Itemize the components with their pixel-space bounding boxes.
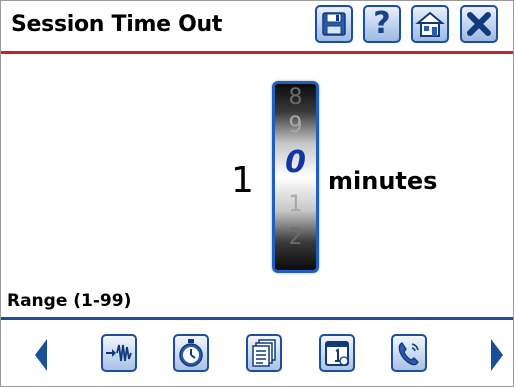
save-icon (322, 12, 346, 36)
unit-label: minutes (328, 167, 438, 195)
roller-digit-below-1: 1 (288, 192, 303, 217)
home-button[interactable] (411, 5, 449, 43)
chevron-left-icon (35, 339, 47, 371)
help-button[interactable]: ? (363, 5, 401, 43)
waveform-button[interactable] (101, 334, 137, 372)
footer-divider (1, 317, 513, 320)
phone-button[interactable] (391, 334, 427, 372)
chevron-right-icon (491, 339, 503, 371)
home-icon (415, 11, 445, 37)
phone-icon (398, 342, 419, 366)
stopwatch-icon (179, 339, 203, 367)
save-button[interactable] (315, 5, 353, 43)
waveform-icon (106, 344, 132, 362)
tens-digit: 1 (231, 160, 254, 201)
close-icon (467, 12, 491, 36)
ones-digit-roller[interactable]: 8 9 0 1 2 (272, 81, 319, 273)
next-page-button[interactable] (487, 335, 507, 375)
calendar-icon (325, 341, 349, 366)
roller-digit-above-2: 8 (288, 85, 303, 110)
header-divider (1, 51, 513, 54)
header-bar: Session Time Out ? (1, 1, 513, 54)
documents-button[interactable] (246, 334, 282, 372)
roller-digit-below-2: 2 (288, 225, 303, 250)
calendar-button[interactable] (319, 334, 355, 372)
roller-digit-above-1: 9 (288, 113, 303, 138)
prev-page-button[interactable] (31, 335, 51, 375)
page-title: Session Time Out (11, 12, 223, 37)
session-timeout-screen: Session Time Out ? 1 8 9 0 1 2 minutes R… (0, 0, 514, 387)
documents-icon (252, 339, 276, 367)
close-button[interactable] (460, 5, 498, 43)
range-label: Range (1-99) (7, 291, 132, 311)
roller-selected-digit: 0 (285, 145, 306, 180)
help-icon: ? (373, 6, 391, 41)
stopwatch-button[interactable] (173, 334, 209, 372)
